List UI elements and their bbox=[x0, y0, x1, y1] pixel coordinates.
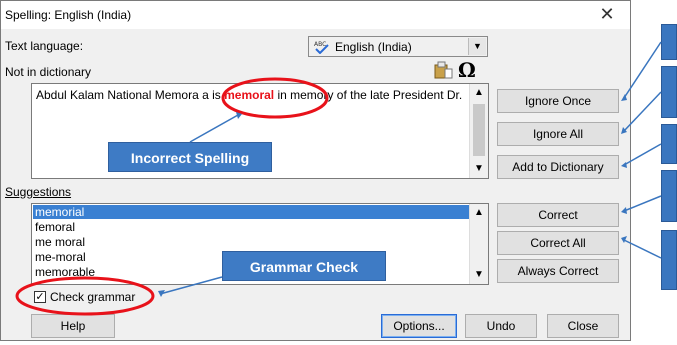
scroll-down-icon[interactable]: ▼ bbox=[470, 266, 488, 284]
incorrect-spelling-callout: Incorrect Spelling bbox=[108, 142, 272, 172]
title-bar: Spelling: English (India) ✕ bbox=[1, 1, 630, 29]
sentence-after: in memory of the late President Dr. bbox=[274, 88, 463, 102]
textbox-scrollbar[interactable]: ▲ ▼ bbox=[469, 84, 488, 178]
sentence-text: Abdul Kalam National Memora a is memoral… bbox=[36, 88, 466, 102]
svg-text:ABC: ABC bbox=[314, 41, 326, 48]
suggestions-scrollbar[interactable]: ▲ ▼ bbox=[469, 204, 488, 284]
close-button[interactable]: Close bbox=[547, 314, 619, 338]
language-select[interactable]: ABC English (India) ▼ bbox=[308, 36, 488, 57]
chevron-down-icon[interactable]: ▼ bbox=[468, 38, 486, 55]
ignore-all-button[interactable]: Ignore All bbox=[497, 122, 619, 146]
check-grammar-checkbox[interactable]: ✓ bbox=[34, 291, 46, 303]
scroll-up-icon[interactable]: ▲ bbox=[470, 84, 488, 102]
annotation-box bbox=[661, 124, 677, 164]
undo-button[interactable]: Undo bbox=[465, 314, 537, 338]
spellcheck-icon: ABC bbox=[314, 41, 329, 54]
suggestions-label: Suggestions bbox=[5, 185, 72, 199]
always-correct-button[interactable]: Always Correct bbox=[497, 259, 619, 283]
annotation-box bbox=[661, 230, 677, 290]
autocorrect-icon[interactable] bbox=[433, 61, 453, 79]
list-item[interactable]: memorial bbox=[33, 205, 469, 219]
sentence-before: Abdul Kalam National Memora a is bbox=[36, 88, 225, 102]
close-icon[interactable]: ✕ bbox=[595, 4, 619, 26]
scroll-up-icon[interactable]: ▲ bbox=[470, 204, 488, 222]
language-value: English (India) bbox=[335, 40, 412, 54]
correct-all-button[interactable]: Correct All bbox=[497, 231, 619, 255]
dialog-title: Spelling: English (India) bbox=[5, 8, 132, 22]
annotation-box bbox=[661, 24, 677, 60]
correct-button[interactable]: Correct bbox=[497, 203, 619, 227]
list-item[interactable]: me moral bbox=[33, 235, 469, 249]
grammar-check-callout: Grammar Check bbox=[222, 251, 386, 281]
check-grammar-label[interactable]: Check grammar bbox=[50, 290, 135, 304]
list-item[interactable]: femoral bbox=[33, 220, 469, 234]
text-language-label: Text language: bbox=[5, 39, 84, 53]
annotation-box bbox=[661, 170, 677, 222]
annotation-box bbox=[661, 66, 677, 118]
not-in-dictionary-label: Not in dictionary bbox=[5, 65, 92, 79]
spelling-dialog: Spelling: English (India) ✕ Text languag… bbox=[0, 0, 631, 341]
options-button[interactable]: Options... bbox=[381, 314, 457, 338]
scroll-thumb[interactable] bbox=[473, 104, 485, 156]
special-character-icon[interactable]: Ω bbox=[458, 58, 476, 82]
ignore-once-button[interactable]: Ignore Once bbox=[497, 89, 619, 113]
add-to-dictionary-button[interactable]: Add to Dictionary bbox=[497, 155, 619, 179]
help-button[interactable]: Help bbox=[31, 314, 115, 338]
misspelled-word: memoral bbox=[224, 88, 275, 102]
scroll-down-icon[interactable]: ▼ bbox=[470, 160, 488, 178]
